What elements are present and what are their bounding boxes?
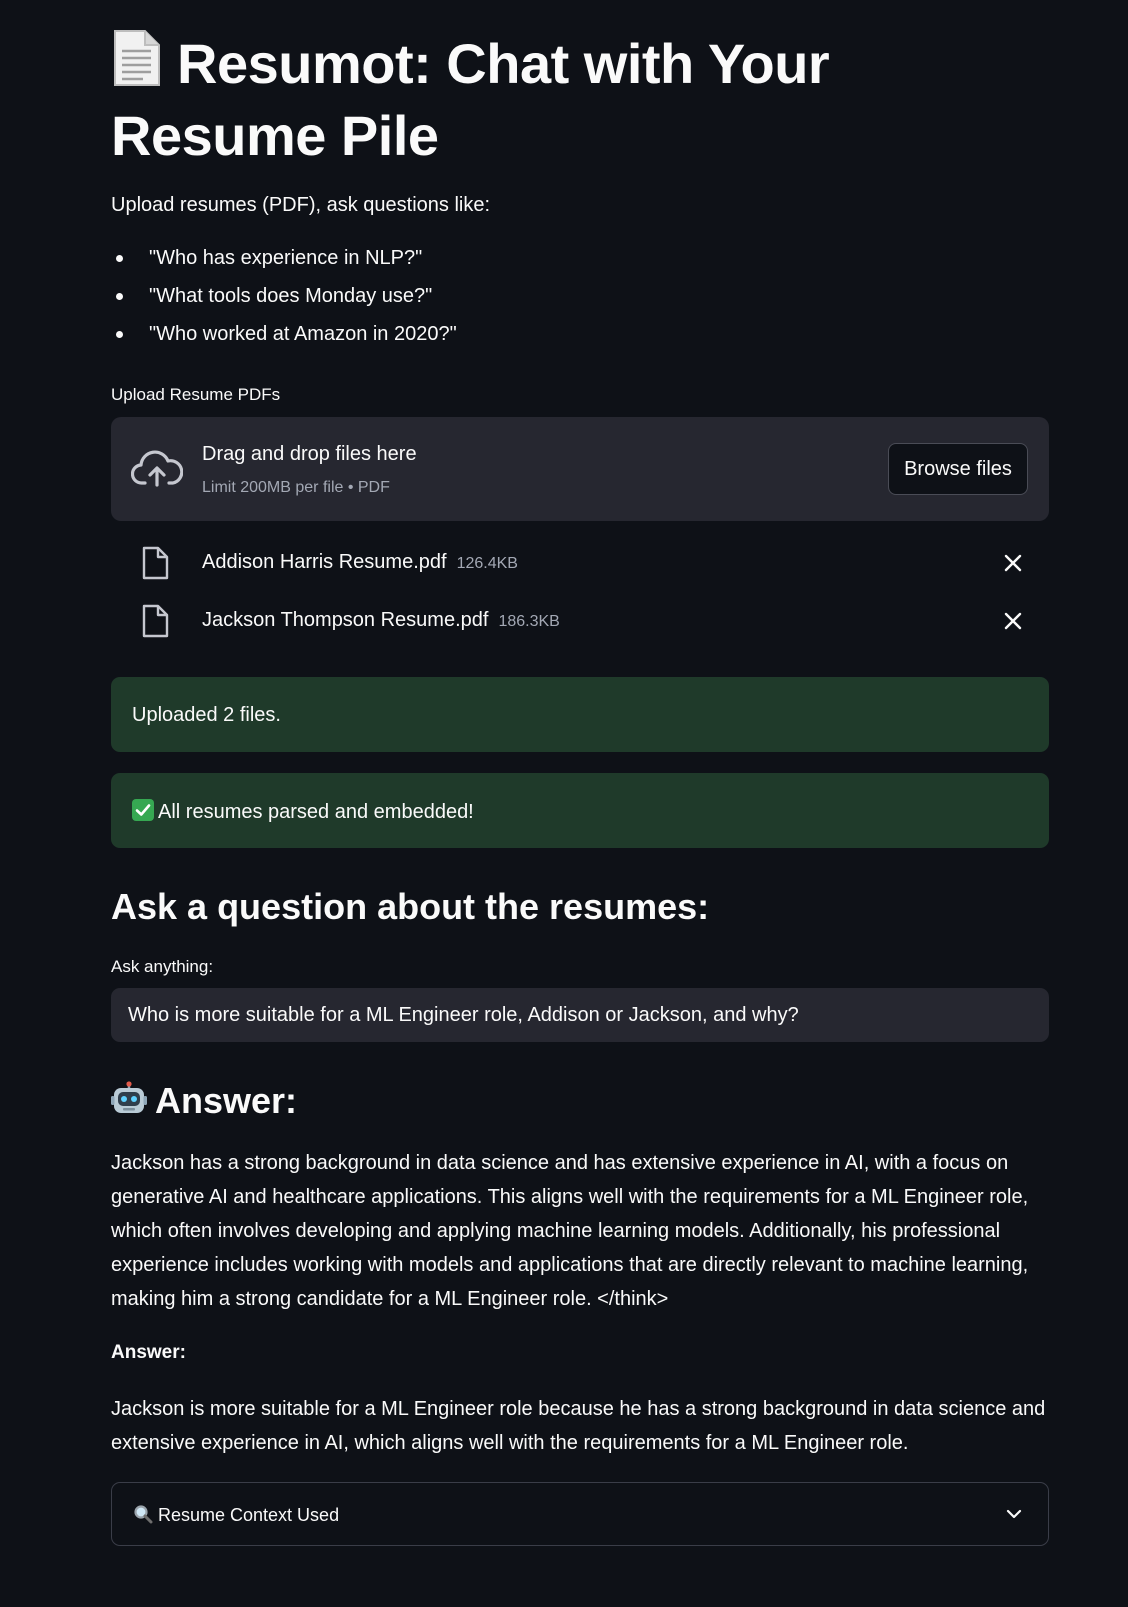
upload-success-text: Uploaded 2 files. [132,704,281,726]
page-facing-up-icon [111,29,163,87]
dropzone-limit: Limit 200MB per file • PDF [202,479,390,496]
file-name: Jackson Thompson Resume.pdf 186.3KB [202,609,560,632]
file-icon [141,546,169,580]
check-mark-icon [132,799,154,821]
page-title: Resumot: Chat with Your Resume Pile [111,28,1049,172]
file-size: 126.4KB [456,555,518,572]
answer-label: Answer: [111,1342,186,1363]
remove-file-close-icon[interactable] [1003,611,1023,631]
uploaded-file-row: Jackson Thompson Resume.pdf 186.3KB [111,602,1049,642]
magnifying-glass-icon [133,1504,153,1524]
cloud-upload-icon [130,449,184,489]
browse-files-button[interactable]: Browse files [888,443,1028,495]
example-question: "Who worked at Amazon in 2020?" [111,322,457,360]
file-name-text: Jackson Thompson Resume.pdf [202,609,489,631]
answer-heading: Answer: [111,1080,297,1122]
file-size: 186.3KB [498,613,560,630]
chevron-down-icon[interactable] [1006,1507,1022,1519]
question-input[interactable] [111,988,1049,1042]
file-name-text: Addison Harris Resume.pdf [202,551,447,573]
expander-label-text: Resume Context Used [158,1505,340,1525]
dropzone-title: Drag and drop files here [202,443,417,465]
answer-body-text: Jackson has a strong background in data … [111,1152,1029,1310]
robot-icon [111,1081,147,1117]
expander-label: Resume Context Used [133,1504,339,1526]
question-heading: Ask a question about the resumes: [111,886,710,927]
remove-file-close-icon[interactable] [1003,553,1023,573]
file-name: Addison Harris Resume.pdf 126.4KB [202,551,518,574]
upload-success-alert: Uploaded 2 files. [111,677,1049,752]
parse-success-alert: All resumes parsed and embedded! [111,773,1049,848]
answer-heading-text: Answer: [155,1080,298,1121]
intro-text: Upload resumes (PDF), ask questions like… [111,194,491,216]
answer-final-text: Jackson is more suitable for a ML Engine… [111,1398,1046,1454]
question-label: Ask anything: [111,957,214,976]
file-dropzone[interactable]: Drag and drop files here Limit 200MB per… [111,417,1049,521]
uploaded-file-row: Addison Harris Resume.pdf 126.4KB [111,544,1049,584]
upload-label: Upload Resume PDFs [111,385,281,404]
file-icon [141,604,169,638]
parse-success-text: All resumes parsed and embedded! [158,801,474,823]
example-question: "What tools does Monday use?" [111,284,457,322]
resume-context-expander[interactable]: Resume Context Used [111,1482,1049,1546]
example-questions-list: "Who has experience in NLP?" "What tools… [111,246,457,360]
example-question: "Who has experience in NLP?" [111,246,457,284]
page-title-text: Resumot: Chat with Your Resume Pile [111,32,830,167]
